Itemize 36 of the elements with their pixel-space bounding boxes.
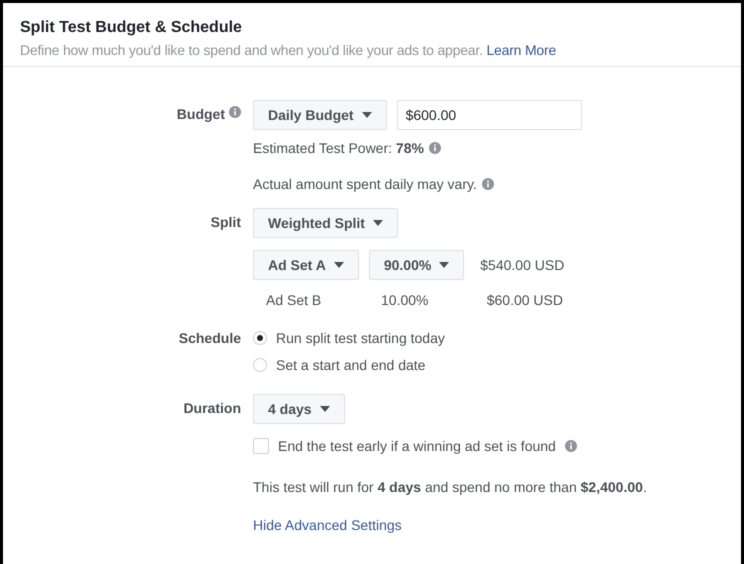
info-icon[interactable] bbox=[229, 106, 241, 118]
ad-set-name: Ad Set B bbox=[266, 292, 322, 308]
split-amount: $540.00 USD bbox=[480, 257, 564, 273]
split-amount: $60.00 USD bbox=[486, 292, 563, 308]
test-power-text: Estimated Test Power: 78% bbox=[253, 140, 424, 156]
info-icon[interactable] bbox=[482, 178, 494, 190]
split-label: Split bbox=[210, 214, 241, 230]
split-percent: 10.00% bbox=[381, 292, 428, 308]
end-early-label[interactable]: End the test early if a winning ad set is found bbox=[278, 438, 556, 454]
caret-icon bbox=[362, 112, 372, 118]
ad-set-dropdown[interactable]: Ad Set A bbox=[253, 250, 359, 280]
caret-icon bbox=[334, 262, 344, 268]
caret-icon bbox=[439, 262, 450, 268]
budget-amount-field[interactable]: $600.00 bbox=[396, 100, 582, 130]
split-type-dropdown[interactable]: Weighted Split bbox=[253, 208, 398, 238]
budget-type-dropdown[interactable]: Daily Budget bbox=[253, 100, 387, 130]
learn-more-link[interactable]: Learn More bbox=[486, 42, 556, 58]
caret-icon bbox=[372, 220, 383, 226]
spend-note: Actual amount spent daily may vary. bbox=[253, 176, 477, 192]
caret-icon bbox=[320, 406, 330, 412]
radio-button[interactable] bbox=[253, 330, 267, 344]
info-icon[interactable] bbox=[564, 440, 577, 452]
schedule-option-label[interactable]: Run split test starting today bbox=[276, 330, 445, 346]
duration-summary: This test will run for 4 days and spend no more than $2,400.00. bbox=[253, 479, 647, 495]
radio-button[interactable] bbox=[253, 358, 267, 372]
budget-label: Budget bbox=[176, 106, 225, 122]
duration-dropdown[interactable]: 4 days bbox=[253, 394, 345, 424]
section-description: Define how much you'd like to spend and when you'd like your ads to appear. Learn More bbox=[20, 42, 558, 58]
schedule-label: Schedule bbox=[178, 330, 241, 346]
schedule-option-label[interactable]: Set a start and end date bbox=[276, 356, 426, 372]
duration-label: Duration bbox=[183, 400, 241, 416]
percent-dropdown[interactable]: 90.00% bbox=[368, 250, 464, 280]
section-title: Split Test Budget & Schedule bbox=[20, 19, 243, 37]
hide-advanced-settings-link[interactable]: Hide Advanced Settings bbox=[253, 517, 402, 533]
checkbox[interactable] bbox=[253, 438, 269, 454]
info-icon[interactable] bbox=[428, 142, 441, 154]
